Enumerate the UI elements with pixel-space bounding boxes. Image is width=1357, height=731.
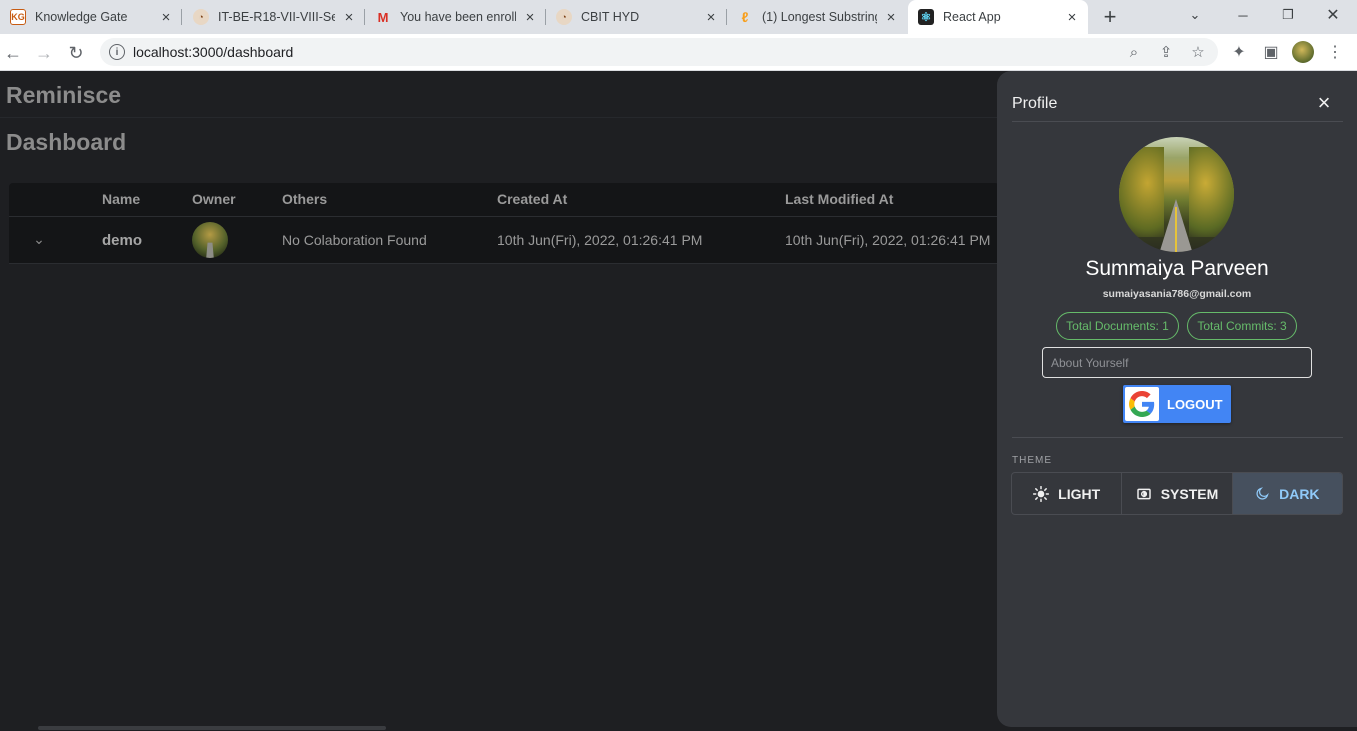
theme-toggle-group: LIGHT SYSTEM DARK: [1011, 472, 1343, 515]
browser-tab[interactable]: M You have been enrolle ×: [365, 0, 546, 34]
url-text[interactable]: localhost:3000/dashboard: [133, 44, 293, 60]
about-yourself-input[interactable]: [1042, 347, 1312, 378]
more-menu-icon[interactable]: ⋮: [1326, 43, 1344, 61]
chevron-down-icon[interactable]: ⌄: [29, 229, 49, 249]
logout-button[interactable]: LOGOUT: [1123, 385, 1231, 423]
cbit-icon: ◔: [556, 9, 572, 25]
logout-label: LOGOUT: [1167, 396, 1223, 412]
close-icon[interactable]: ×: [1314, 92, 1334, 114]
theme-system-label: SYSTEM: [1160, 485, 1219, 502]
drawer-title: Profile: [1012, 95, 1058, 112]
restore-button[interactable]: ❐: [1266, 0, 1310, 30]
table-row[interactable]: ⌄ demo No Colaboration Found 10th Jun(Fr…: [9, 216, 999, 264]
forward-icon[interactable]: →: [31, 40, 57, 66]
tab-separator: [181, 9, 182, 25]
collaborators-text: No Colaboration Found: [282, 232, 427, 248]
photo-road-line: [1175, 207, 1177, 252]
column-header-others: Others: [282, 191, 328, 207]
total-documents-chip: Total Documents: 1: [1056, 312, 1179, 340]
owner-avatar: [192, 222, 228, 258]
react-icon: ⚛: [918, 9, 934, 25]
kg-icon: KG: [10, 9, 26, 25]
browser-profile-avatar[interactable]: [1292, 41, 1314, 63]
close-tab-icon[interactable]: ×: [158, 9, 174, 26]
browser-tab[interactable]: ℓ (1) Longest Substring ×: [727, 0, 907, 34]
profile-name: Summaiya Parveen: [1085, 257, 1269, 280]
theme-dark-button[interactable]: DARK: [1232, 473, 1342, 514]
zoom-icon[interactable]: ⌕: [1125, 43, 1143, 61]
theme-light-label: LIGHT: [1058, 485, 1101, 502]
close-window-button[interactable]: ✕: [1311, 0, 1355, 30]
extensions-icon[interactable]: ✦: [1230, 43, 1248, 61]
theme-light-button[interactable]: LIGHT: [1012, 473, 1123, 514]
cbit-icon: ◔: [193, 9, 209, 25]
app-brand[interactable]: Reminisce: [6, 82, 121, 109]
column-header-owner: Owner: [192, 191, 236, 207]
new-tab-button[interactable]: +: [1098, 4, 1122, 29]
page-title: Dashboard: [6, 129, 127, 155]
browser-tab-active[interactable]: ⚛ React App ×: [908, 0, 1088, 34]
side-panel-icon[interactable]: ▣: [1262, 43, 1280, 61]
address-bar[interactable]: i localhost:3000/dashboard ⌕ ⇪ ☆: [100, 38, 1218, 66]
moon-icon: [1255, 486, 1270, 501]
profile-avatar: [1119, 137, 1234, 252]
browser-tab-bar: KG Knowledge Gate × ◔ IT-BE-R18-VII-VIII…: [0, 0, 1357, 34]
created-at-text: 10th Jun(Fri), 2022, 01:26:41 PM: [497, 232, 703, 248]
profile-email: sumaiyasania786@gmail.com: [1102, 288, 1252, 300]
bookmark-star-icon[interactable]: ☆: [1189, 43, 1207, 61]
browser-tab[interactable]: ◔ CBIT HYD ×: [546, 0, 727, 34]
photo-trees-left: [1119, 147, 1164, 237]
close-tab-icon[interactable]: ×: [1064, 9, 1080, 26]
document-name[interactable]: demo: [102, 232, 142, 249]
site-info-icon[interactable]: i: [109, 44, 125, 60]
profile-drawer: Profile × Summaiya Parveen sumaiyasania7…: [997, 71, 1357, 727]
close-tab-icon[interactable]: ×: [883, 9, 899, 26]
app-root: Reminisce Dashboard Name Owner Others Cr…: [0, 71, 1357, 731]
browser-tab[interactable]: KG Knowledge Gate ×: [0, 0, 182, 34]
close-tab-icon[interactable]: ×: [703, 9, 719, 26]
drawer-divider: [1012, 121, 1343, 122]
google-icon: [1125, 387, 1159, 421]
gmail-icon: M: [377, 9, 389, 25]
column-header-created-at: Created At: [497, 191, 568, 207]
documents-table: Name Owner Others Created At Last Modifi…: [9, 183, 999, 264]
system-icon: [1136, 486, 1152, 502]
column-header-name: Name: [102, 191, 141, 207]
minimize-button[interactable]: ─: [1221, 0, 1265, 30]
total-commits-chip: Total Commits: 3: [1187, 312, 1297, 340]
tab-search-icon[interactable]: ⌄: [1173, 0, 1217, 30]
header-divider: [0, 117, 1000, 118]
drawer-divider: [1012, 437, 1343, 438]
browser-tab[interactable]: ◔ IT-BE-R18-VII-VIII-Ser ×: [183, 0, 365, 34]
back-icon[interactable]: ←: [0, 40, 26, 66]
reload-icon[interactable]: ↻: [63, 40, 89, 66]
close-tab-icon[interactable]: ×: [341, 9, 357, 26]
share-icon[interactable]: ⇪: [1157, 43, 1175, 61]
browser-toolbar: ← → ↻ i localhost:3000/dashboard ⌕ ⇪ ☆ ✦…: [0, 34, 1357, 71]
theme-system-button[interactable]: SYSTEM: [1122, 473, 1233, 514]
table-header: Name Owner Others Created At Last Modifi…: [9, 183, 999, 216]
sun-icon: [1033, 485, 1050, 502]
close-tab-icon[interactable]: ×: [522, 9, 538, 26]
theme-section-label: THEME: [1012, 455, 1052, 466]
leetcode-icon: ℓ: [741, 9, 749, 25]
theme-dark-label: DARK: [1279, 485, 1320, 502]
column-header-last-modified-at: Last Modified At: [785, 191, 894, 207]
photo-trees-right: [1189, 147, 1234, 237]
horizontal-scrollbar[interactable]: [38, 726, 386, 730]
last-modified-text: 10th Jun(Fri), 2022, 01:26:41 PM: [785, 232, 991, 248]
